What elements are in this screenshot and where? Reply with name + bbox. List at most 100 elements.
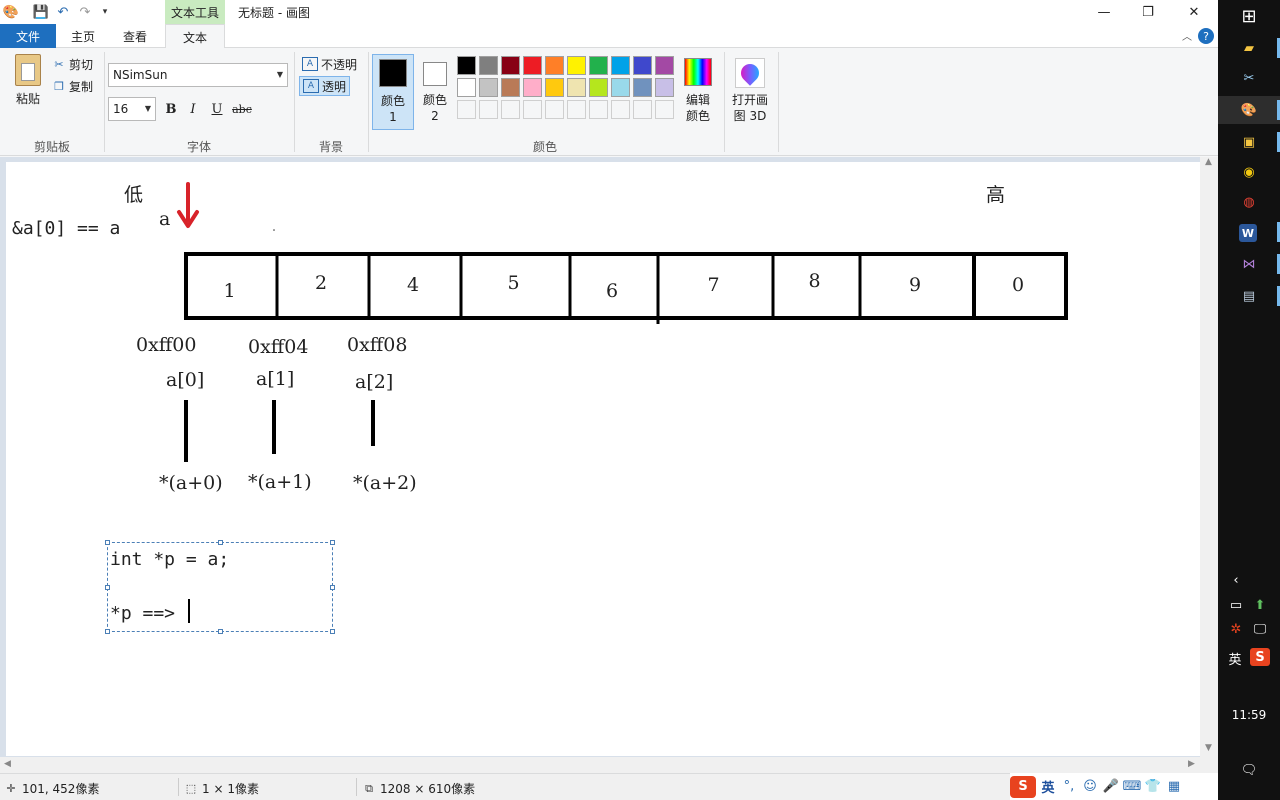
- toolbox-icon[interactable]: ▦: [1165, 778, 1183, 796]
- custom-color-slot[interactable]: [567, 100, 586, 119]
- resize-handle[interactable]: [330, 585, 335, 590]
- app-icon[interactable]: ◉: [1239, 162, 1259, 182]
- drawing-canvas[interactable]: 低 高 &a[0] == a a 124567890 0xff00 0xff04…: [6, 162, 1200, 756]
- resize-handle[interactable]: [105, 540, 110, 545]
- horizontal-scrollbar[interactable]: ◀ ▶: [0, 757, 1218, 773]
- word-icon[interactable]: W: [1239, 224, 1257, 242]
- vertical-scrollbar[interactable]: ▲ ▼: [1200, 157, 1218, 757]
- resize-handle[interactable]: [105, 585, 110, 590]
- microphone-icon[interactable]: 🎤: [1102, 778, 1120, 796]
- resize-handle[interactable]: [218, 540, 223, 545]
- file-explorer-icon[interactable]: ▰: [1239, 38, 1259, 58]
- palette-swatch[interactable]: [633, 56, 652, 75]
- battery-icon[interactable]: ▭: [1226, 596, 1246, 614]
- keyboard-icon[interactable]: ⌨: [1123, 778, 1142, 796]
- palette-swatch[interactable]: [633, 78, 652, 97]
- font-size-select[interactable]: 16 ▼: [108, 97, 156, 121]
- color2-button[interactable]: 颜色 2: [414, 54, 456, 130]
- minimize-button[interactable]: —: [1082, 0, 1126, 24]
- network-warning-icon[interactable]: ✲: [1226, 620, 1246, 638]
- custom-color-slot[interactable]: [655, 100, 674, 119]
- palette-swatch[interactable]: [545, 78, 564, 97]
- palette-swatch[interactable]: [589, 56, 608, 75]
- palette-swatch[interactable]: [479, 56, 498, 75]
- chrome-icon[interactable]: ◍: [1239, 192, 1259, 212]
- windows-start-icon[interactable]: ⊞: [1239, 6, 1259, 27]
- palette-swatch[interactable]: [655, 56, 674, 75]
- custom-color-slot[interactable]: [457, 100, 476, 119]
- save-icon[interactable]: 💾: [32, 3, 50, 21]
- scroll-right-icon[interactable]: ▶: [1188, 759, 1195, 769]
- input-language-indicator[interactable]: 英: [1224, 648, 1246, 668]
- copy-button[interactable]: ❐ 复制: [52, 78, 93, 95]
- palette-swatch[interactable]: [611, 78, 630, 97]
- transparent-option[interactable]: A 透明: [299, 76, 351, 96]
- edit-colors-button[interactable]: 编辑颜色: [678, 54, 718, 124]
- notifications-icon[interactable]: 🗨: [1239, 760, 1259, 780]
- scroll-up-icon[interactable]: ▲: [1205, 157, 1212, 167]
- ime-lang-toggle[interactable]: 英: [1039, 778, 1057, 796]
- undo-icon[interactable]: ↶: [54, 3, 72, 21]
- redo-icon[interactable]: ↷: [76, 3, 94, 21]
- resize-handle[interactable]: [218, 629, 223, 634]
- show-hidden-icons-chevron-icon[interactable]: ‹: [1226, 570, 1246, 590]
- italic-button[interactable]: I: [184, 100, 202, 118]
- strikethrough-button[interactable]: abc: [230, 100, 254, 118]
- color1-button[interactable]: 颜色 1: [372, 54, 414, 130]
- tab-home[interactable]: 主页: [58, 24, 108, 48]
- notepad-icon[interactable]: ▤: [1239, 286, 1259, 306]
- clock[interactable]: 11:59: [1218, 708, 1280, 722]
- maximize-button[interactable]: ❐: [1126, 0, 1170, 24]
- custom-color-slot[interactable]: [589, 100, 608, 119]
- palette-swatch[interactable]: [457, 78, 476, 97]
- resize-handle[interactable]: [105, 629, 110, 634]
- visual-studio-icon[interactable]: ⋈: [1239, 254, 1259, 274]
- paint-app-icon[interactable]: 🎨: [2, 3, 20, 21]
- collapse-ribbon-icon[interactable]: ︿: [1182, 28, 1192, 43]
- sogou-tray-icon[interactable]: S: [1250, 648, 1270, 666]
- upload-icon[interactable]: ⬆: [1250, 596, 1270, 614]
- close-button[interactable]: ✕: [1172, 0, 1216, 24]
- skin-icon[interactable]: 👕: [1144, 778, 1162, 796]
- custom-color-slot[interactable]: [523, 100, 542, 119]
- palette-swatch[interactable]: [501, 56, 520, 75]
- network-icon[interactable]: 🖵: [1250, 620, 1270, 638]
- sogou-logo-icon[interactable]: S: [1010, 775, 1036, 798]
- palette-swatch[interactable]: [501, 78, 520, 97]
- resize-handle[interactable]: [330, 629, 335, 634]
- scroll-down-icon[interactable]: ▼: [1205, 743, 1212, 753]
- palette-swatch[interactable]: [611, 56, 630, 75]
- underline-button[interactable]: U: [208, 100, 226, 118]
- paint-taskbar-icon[interactable]: 🎨: [1239, 100, 1259, 120]
- custom-color-slot[interactable]: [479, 100, 498, 119]
- palette-swatch[interactable]: [457, 56, 476, 75]
- resize-handle[interactable]: [330, 540, 335, 545]
- palette-swatch[interactable]: [523, 78, 542, 97]
- punctuation-icon[interactable]: °,: [1060, 778, 1078, 796]
- bold-button[interactable]: B: [162, 100, 180, 118]
- palette-swatch[interactable]: [479, 78, 498, 97]
- palette-swatch[interactable]: [589, 78, 608, 97]
- custom-color-slot[interactable]: [501, 100, 520, 119]
- text-box[interactable]: int *p = a; *p ==>: [105, 540, 335, 634]
- custom-color-slot[interactable]: [611, 100, 630, 119]
- palette-swatch[interactable]: [567, 78, 586, 97]
- palette-swatch[interactable]: [655, 78, 674, 97]
- font-family-select[interactable]: NSimSun ▼: [108, 63, 288, 87]
- palette-swatch[interactable]: [523, 56, 542, 75]
- tab-view[interactable]: 查看: [110, 24, 160, 48]
- palette-swatch[interactable]: [567, 56, 586, 75]
- palette-swatch[interactable]: [545, 56, 564, 75]
- help-icon[interactable]: ?: [1198, 28, 1214, 44]
- custom-color-slot[interactable]: [545, 100, 564, 119]
- customize-quick-access-icon[interactable]: ▾: [96, 3, 114, 21]
- custom-color-slot[interactable]: [633, 100, 652, 119]
- sticky-app-icon[interactable]: ▣: [1239, 132, 1259, 152]
- emoji-icon[interactable]: ☺: [1081, 778, 1099, 796]
- scroll-left-icon[interactable]: ◀: [4, 759, 11, 769]
- cut-button[interactable]: ✂ 剪切: [52, 56, 93, 73]
- paste-button[interactable]: 粘贴: [8, 54, 48, 107]
- tab-text[interactable]: 文本: [165, 24, 225, 49]
- opaque-option[interactable]: A 不透明: [299, 54, 360, 74]
- open-paint3d-button[interactable]: 打开画图 3D: [730, 54, 770, 124]
